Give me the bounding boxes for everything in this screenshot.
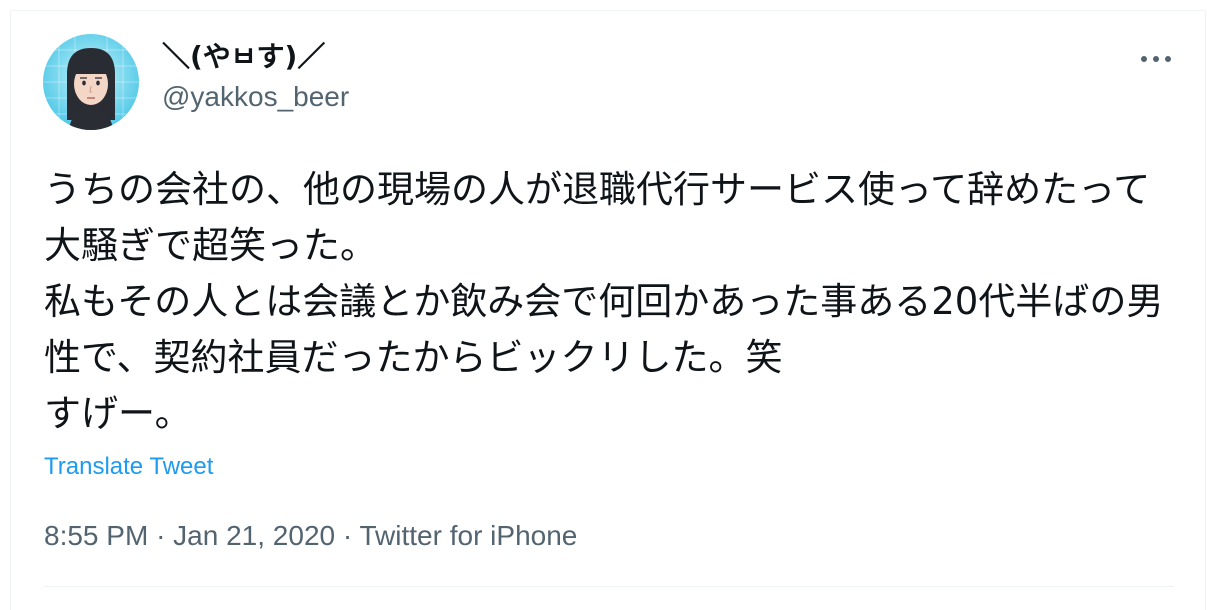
divider (44, 586, 1174, 587)
tweet-time[interactable]: 8:55 PM (44, 520, 148, 551)
more-options-button[interactable] (1134, 44, 1178, 74)
tweet-source[interactable]: Twitter for iPhone (359, 520, 577, 551)
tweet-date[interactable]: Jan 21, 2020 (173, 520, 335, 551)
tweet-metadata: 8:55 PM · Jan 21, 2020 · Twitter for iPh… (44, 518, 577, 554)
author-handle[interactable]: @yakkos_beer (162, 80, 349, 114)
mii-avatar-icon (43, 34, 139, 130)
translate-tweet-link[interactable]: Translate Tweet (44, 452, 213, 482)
meta-separator: · (342, 520, 353, 551)
tweet-text: うちの会社の、他の現場の人が退職代行サービス使って辞めたって大騒ぎで超笑った。 … (44, 168, 1164, 435)
author-names: ＼(やㅂす)／ @yakkos_beer (162, 40, 349, 114)
author-display-name[interactable]: ＼(やㅂす)／ (162, 40, 349, 74)
author-avatar[interactable] (43, 34, 139, 130)
meta-separator: · (156, 520, 166, 551)
more-horizontal-icon (1141, 56, 1171, 62)
